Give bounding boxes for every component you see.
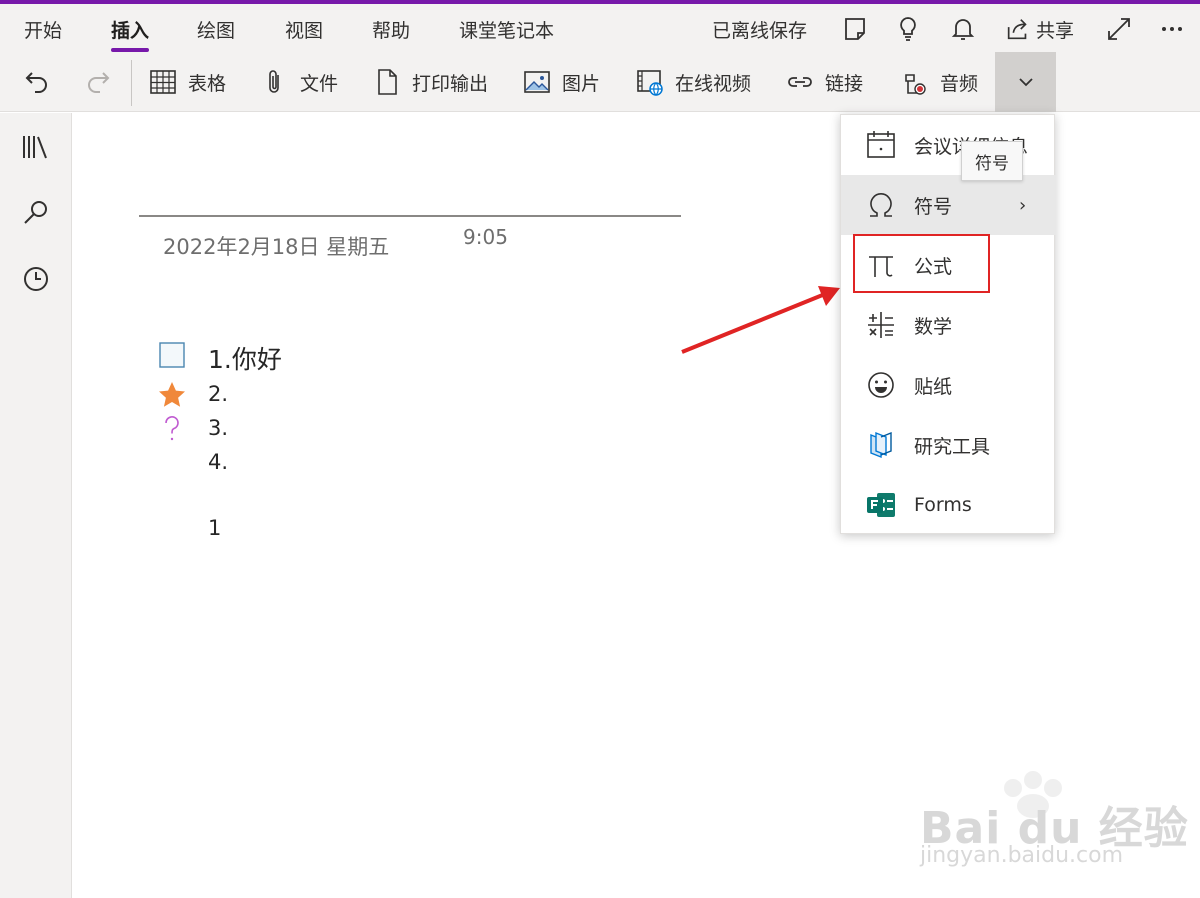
- share-label: 共享: [1036, 19, 1075, 42]
- lightbulb-icon[interactable]: [893, 14, 923, 44]
- note-line-3[interactable]: 3.: [208, 416, 228, 440]
- calendar-icon: [867, 131, 895, 158]
- tab-view[interactable]: 视图: [285, 16, 323, 43]
- page-date: 2022年2月18日 星期五: [163, 235, 390, 259]
- page-title-line[interactable]: [139, 215, 681, 217]
- stickers-label: 贴纸: [914, 375, 953, 398]
- omega-icon: [870, 193, 892, 217]
- menu-item-math[interactable]: 数学: [841, 295, 1056, 355]
- star-tag-icon[interactable]: [158, 381, 186, 409]
- tab-home[interactable]: 开始: [24, 16, 62, 43]
- insert-audio-button[interactable]: 音频: [900, 64, 978, 100]
- insert-file-button[interactable]: 文件: [260, 64, 338, 100]
- audio-record-icon: [905, 74, 926, 95]
- tab-insert[interactable]: 插入: [111, 16, 149, 43]
- bell-icon[interactable]: [948, 14, 978, 44]
- menu-item-stickers[interactable]: 贴纸: [841, 355, 1056, 415]
- share-button[interactable]: 共享: [1004, 14, 1074, 44]
- tab-draw[interactable]: 绘图: [197, 16, 235, 43]
- todo-checkbox-icon[interactable]: [158, 341, 186, 369]
- online-video-label: 在线视频: [675, 72, 752, 95]
- file-label: 文件: [300, 72, 339, 95]
- ribbon-divider: [131, 60, 132, 106]
- researcher-label: 研究工具: [914, 435, 991, 458]
- search-icon[interactable]: [20, 197, 52, 229]
- insert-ribbon: 表格 文件 打印输出 图片 在线视频 链接 音频: [0, 52, 1200, 112]
- equation-highlight-box: [853, 234, 990, 293]
- redo-button[interactable]: [83, 64, 113, 100]
- printout-label: 打印输出: [412, 72, 489, 95]
- note-line-5[interactable]: 1: [208, 516, 221, 540]
- question-tag-icon[interactable]: [158, 414, 186, 442]
- insert-picture-button[interactable]: 图片: [522, 64, 600, 100]
- menu-item-meeting-details[interactable]: 会议详细信息: [841, 115, 1056, 175]
- chevron-down-icon: [1018, 78, 1033, 87]
- menu-item-forms[interactable]: Forms: [841, 475, 1056, 535]
- save-status: 已离线保存: [712, 20, 808, 42]
- fullscreen-icon[interactable]: [1104, 14, 1134, 44]
- link-icon: [788, 77, 812, 87]
- document-icon: [378, 69, 397, 95]
- more-options-icon[interactable]: [1157, 14, 1187, 44]
- menu-item-researcher[interactable]: 研究工具: [841, 415, 1056, 475]
- math-label: 数学: [914, 315, 953, 338]
- forms-label: Forms: [914, 494, 972, 516]
- recent-clock-icon[interactable]: [20, 263, 52, 295]
- note-line-4[interactable]: 4.: [208, 450, 228, 474]
- left-navigation-bar: [0, 113, 72, 898]
- math-icon: [868, 312, 894, 338]
- link-label: 链接: [825, 72, 864, 95]
- annotation-arrow: [681, 286, 840, 354]
- paperclip-icon: [269, 70, 279, 93]
- insert-online-video-button[interactable]: 在线视频: [635, 64, 751, 100]
- redo-icon: [88, 72, 110, 93]
- picture-icon: [524, 71, 550, 93]
- researcher-icon: [870, 431, 892, 459]
- chevron-right-icon: ›: [1019, 194, 1027, 216]
- insert-link-button[interactable]: 链接: [785, 64, 863, 100]
- watermark-url: jingyan.baidu.com: [920, 843, 1124, 868]
- page-time: 9:05: [463, 225, 508, 249]
- audio-label: 音频: [940, 72, 979, 95]
- tab-bar: 开始 插入 绘图 视图 帮助 课堂笔记本 已离线保存 共享: [0, 4, 1200, 52]
- table-icon: [150, 70, 176, 94]
- note-line-1[interactable]: 1.你好: [208, 340, 282, 376]
- online-video-icon: [637, 70, 663, 96]
- undo-icon: [25, 72, 47, 93]
- tab-class-notebook[interactable]: 课堂笔记本: [459, 16, 554, 43]
- picture-label: 图片: [562, 72, 601, 95]
- table-label: 表格: [188, 72, 227, 95]
- forms-icon: [867, 493, 895, 517]
- tab-help[interactable]: 帮助: [372, 16, 410, 43]
- menu-item-symbol[interactable]: 符号 ›: [841, 175, 1056, 235]
- symbol-tooltip: 符号: [961, 141, 1023, 181]
- symbol-label: 符号: [914, 195, 953, 218]
- undo-button[interactable]: [22, 64, 52, 100]
- share-icon: [1007, 19, 1027, 40]
- insert-table-button[interactable]: 表格: [148, 64, 226, 100]
- note-line-2[interactable]: 2.: [208, 382, 228, 406]
- smiley-icon: [868, 372, 894, 398]
- sticky-note-icon[interactable]: [840, 14, 870, 44]
- ribbon-overflow-button[interactable]: [995, 52, 1056, 112]
- notebooks-icon[interactable]: [20, 131, 52, 163]
- insert-printout-button[interactable]: 打印输出: [372, 64, 488, 100]
